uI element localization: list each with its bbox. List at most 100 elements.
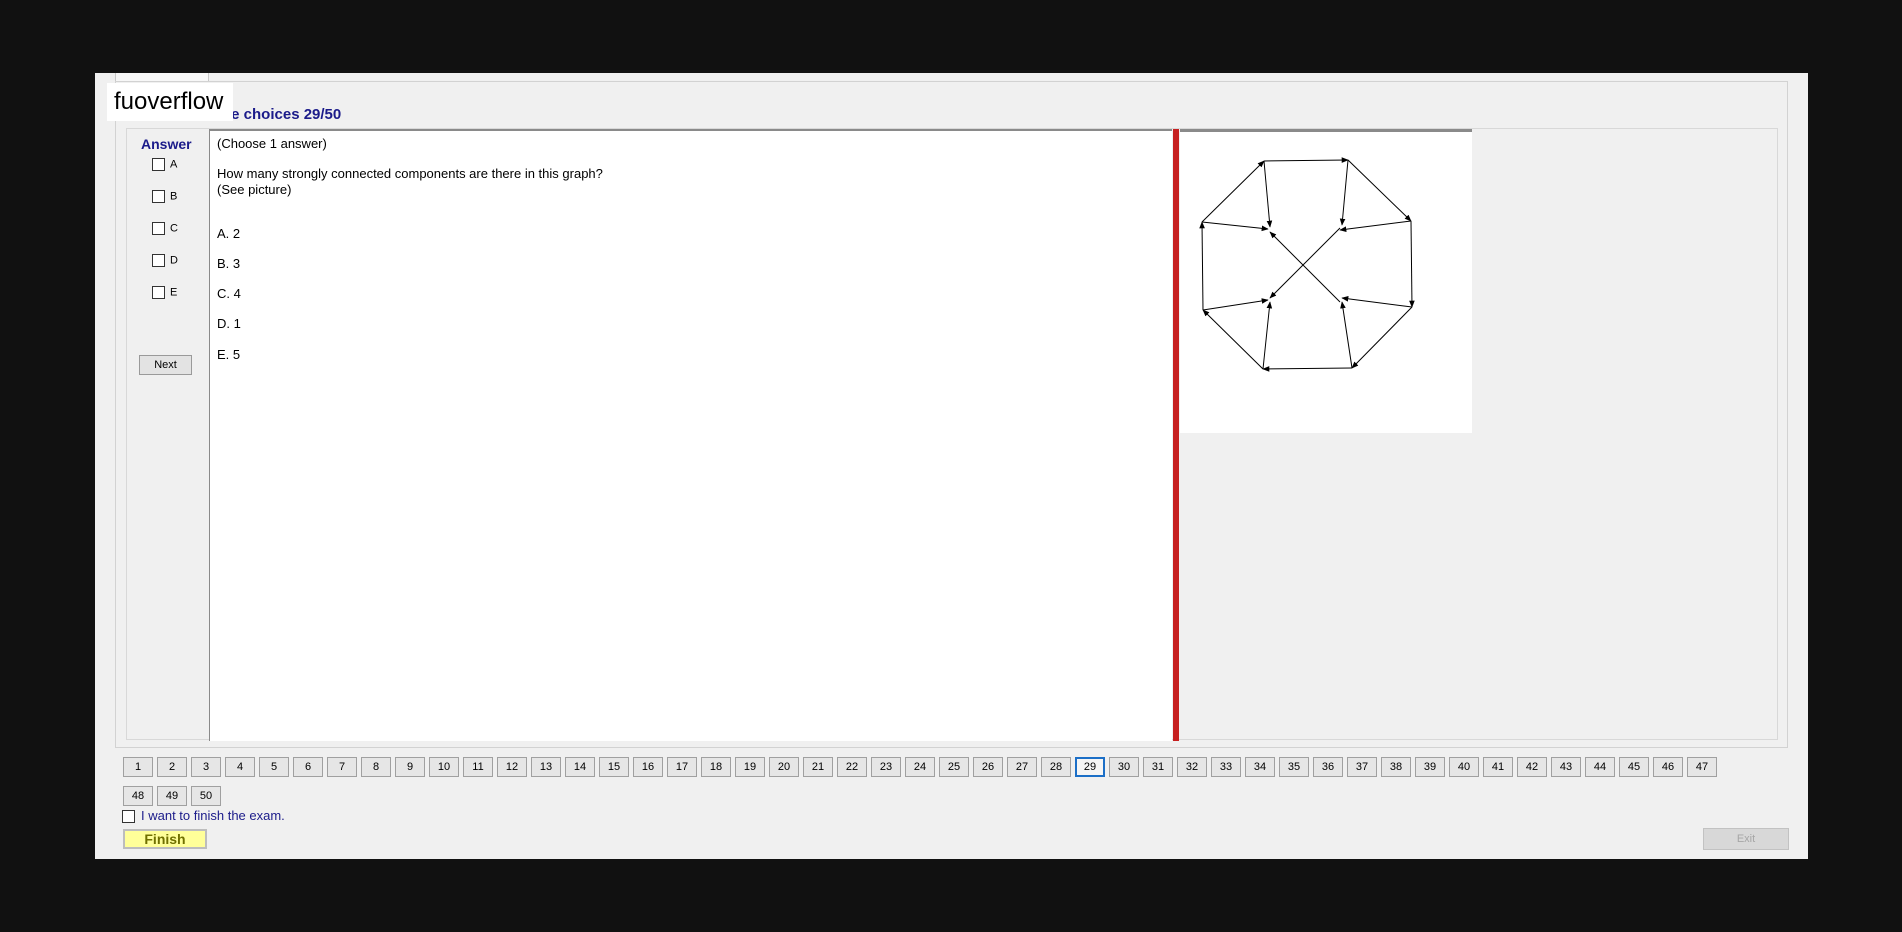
finish-button[interactable]: Finish	[123, 829, 207, 849]
graph-edge	[1202, 298, 1269, 311]
question-number-button[interactable]: 42	[1517, 757, 1547, 777]
question-number-button[interactable]: 39	[1415, 757, 1445, 777]
question-number-button[interactable]: 48	[123, 786, 153, 806]
question-number-button[interactable]: 21	[803, 757, 833, 777]
question-number-button[interactable]: 22	[837, 757, 867, 777]
question-number-button[interactable]: 45	[1619, 757, 1649, 777]
exit-button[interactable]: Exit	[1703, 828, 1789, 850]
question-number-button[interactable]: 12	[497, 757, 527, 777]
graph-edge	[1263, 157, 1349, 163]
question-number-button[interactable]: 50	[191, 786, 221, 806]
question-number-button[interactable]: 19	[735, 757, 765, 777]
graph-edge	[1269, 231, 1341, 303]
question-number-button[interactable]: 7	[327, 757, 357, 777]
question-number-button[interactable]: 30	[1109, 757, 1139, 777]
question-number-button[interactable]: 31	[1143, 757, 1173, 777]
question-number-button[interactable]: 16	[633, 757, 663, 777]
graph-edge	[1339, 159, 1349, 226]
question-number-button[interactable]: 49	[157, 786, 187, 806]
question-number-button[interactable]: 32	[1177, 757, 1207, 777]
question-number-button[interactable]: 14	[565, 757, 595, 777]
question-text-box: (Choose 1 answer) How many strongly conn…	[209, 129, 1172, 741]
question-number-button[interactable]: 4	[225, 757, 255, 777]
graph-edge	[1269, 227, 1341, 299]
finish-checkbox-label: I want to finish the exam.	[141, 808, 285, 823]
graph-edge	[1347, 159, 1412, 222]
graph-edge	[1201, 221, 1269, 232]
checkbox-d[interactable]	[152, 254, 165, 267]
answer-option-e[interactable]: E	[152, 286, 177, 304]
question-number-button[interactable]: 41	[1483, 757, 1513, 777]
question-number-button[interactable]: 9	[395, 757, 425, 777]
question-text: How many strongly connected components a…	[217, 166, 603, 181]
question-number-button[interactable]: 11	[463, 757, 493, 777]
question-number-button[interactable]: 33	[1211, 757, 1241, 777]
graph-diagram	[1199, 157, 1415, 372]
question-number-button[interactable]: 15	[599, 757, 629, 777]
graph-edge	[1341, 296, 1413, 308]
graph-edge	[1262, 301, 1273, 370]
question-number-button[interactable]: 27	[1007, 757, 1037, 777]
question-number-button[interactable]: 13	[531, 757, 561, 777]
question-number-button[interactable]: 6	[293, 757, 323, 777]
graph-edge	[1409, 220, 1415, 308]
next-button[interactable]: Next	[139, 355, 192, 375]
finish-checkbox[interactable]	[122, 810, 135, 824]
question-number-button[interactable]: 29	[1075, 757, 1105, 777]
question-number-button[interactable]: 24	[905, 757, 935, 777]
checkbox-e[interactable]	[152, 286, 165, 299]
question-panel: le choices 29/50 Answer A B C D E Next (…	[115, 81, 1788, 748]
graph-edge	[1340, 301, 1353, 369]
question-number-button[interactable]: 3	[191, 757, 221, 777]
question-number-button[interactable]: 8	[361, 757, 391, 777]
question-number-button[interactable]: 36	[1313, 757, 1343, 777]
question-number-button[interactable]: 35	[1279, 757, 1309, 777]
question-number-button[interactable]: 5	[259, 757, 289, 777]
checkbox-a[interactable]	[152, 158, 165, 171]
answer-column: Answer A B C D E Next	[127, 129, 209, 739]
answer-option-label: D	[170, 254, 178, 267]
question-number-button[interactable]: 17	[667, 757, 697, 777]
graph-picture	[1180, 129, 1472, 433]
question-number-button[interactable]: 43	[1551, 757, 1581, 777]
question-number-button[interactable]: 23	[871, 757, 901, 777]
question-number-button[interactable]: 25	[939, 757, 969, 777]
splitter[interactable]	[1173, 129, 1179, 741]
answer-option-label: E	[170, 286, 178, 299]
question-number-button[interactable]: 1	[123, 757, 153, 777]
answer-option-label: C	[170, 222, 178, 235]
graph-edge	[1263, 160, 1273, 228]
question-area: Answer A B C D E Next (Choose 1 answer) …	[126, 128, 1778, 741]
question-number-button[interactable]: 26	[973, 757, 1003, 777]
choice-a: A. 2	[217, 226, 241, 241]
choice-c: C. 4	[217, 286, 241, 301]
question-number-button[interactable]: 18	[701, 757, 731, 777]
question-number-button[interactable]: 10	[429, 757, 459, 777]
question-number-button[interactable]: 37	[1347, 757, 1377, 777]
answer-option-b[interactable]: B	[152, 190, 177, 208]
question-number-button[interactable]: 20	[769, 757, 799, 777]
graph-edge	[1339, 220, 1412, 232]
question-number-button[interactable]: 38	[1381, 757, 1411, 777]
exam-window: le choices 29/50 Answer A B C D E Next (…	[95, 73, 1808, 859]
question-number-button[interactable]: 47	[1687, 757, 1717, 777]
graph-edge	[1262, 366, 1353, 372]
graph-edge	[1351, 306, 1413, 369]
choice-e: E. 5	[217, 347, 241, 362]
answer-heading: Answer	[141, 136, 192, 152]
choice-d: D. 1	[217, 316, 241, 331]
checkbox-c[interactable]	[152, 222, 165, 235]
answer-option-a[interactable]: A	[152, 158, 177, 176]
question-number-button[interactable]: 2	[157, 757, 187, 777]
question-number-button[interactable]: 44	[1585, 757, 1615, 777]
finish-confirm-row[interactable]: I want to finish the exam.	[122, 808, 285, 824]
question-number-button[interactable]: 34	[1245, 757, 1275, 777]
answer-option-d[interactable]: D	[152, 254, 178, 272]
graph-edge	[1202, 309, 1264, 370]
answer-option-c[interactable]: C	[152, 222, 178, 240]
checkbox-b[interactable]	[152, 190, 165, 203]
question-number-button[interactable]: 28	[1041, 757, 1071, 777]
watermark-logo: fuoverflow	[107, 83, 234, 121]
question-number-button[interactable]: 46	[1653, 757, 1683, 777]
question-number-button[interactable]: 40	[1449, 757, 1479, 777]
